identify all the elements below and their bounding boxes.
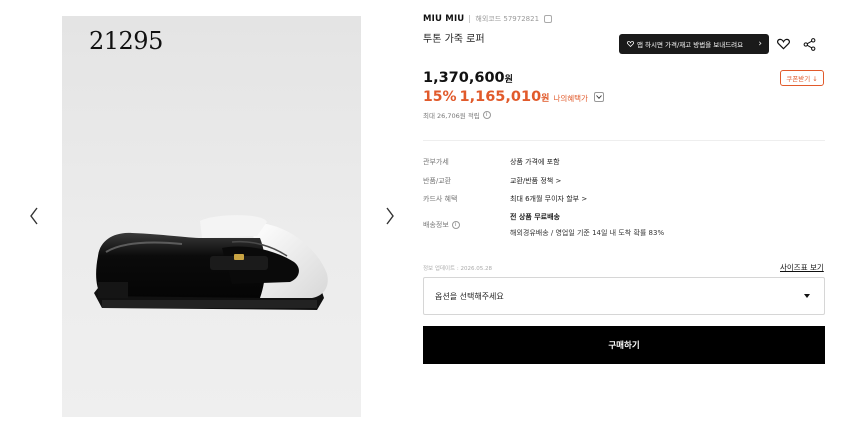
detail-label: 관부가세 — [423, 158, 449, 166]
option-placeholder: 옵션을 선택해주세요 — [435, 291, 504, 301]
detail-label: 배송정보 i — [423, 212, 510, 238]
info-icon[interactable]: i — [482, 111, 491, 119]
brand-row: MIU MIU 해외코드 57972821 — [423, 14, 553, 24]
heart-icon[interactable] — [777, 38, 790, 50]
coupon-button[interactable]: 쿠폰받기 ↓ — [780, 70, 824, 86]
sale-price: 1,165,010원 — [460, 89, 550, 105]
info-icon[interactable]: i — [451, 221, 460, 229]
benefit-toggle-button[interactable] — [593, 92, 604, 102]
points-row: 최대 26,706원 적립 i — [423, 110, 491, 120]
benefit-label: 나의혜택가 — [553, 94, 588, 103]
notify-label: 앱 하시면 가격/재고 방법을 보내드려요 — [637, 41, 744, 49]
divider — [469, 15, 471, 23]
detail-row-card[interactable]: 카드사 혜택 최대 6개월 무이자 할부 > — [423, 194, 825, 204]
copy-icon[interactable] — [544, 15, 553, 23]
divider — [423, 140, 825, 141]
notify-button[interactable]: 앱 하시면 가격/재고 방법을 보내드려요 › — [619, 34, 769, 54]
loafer-image — [94, 215, 328, 310]
shipping-main: 전 상품 무료배송 — [510, 213, 560, 221]
shipping-sub: 해외경유배송 / 영업일 기준 14일 내 도착 확률 83% — [510, 229, 665, 237]
sale-price-value: 1,165,010 — [459, 89, 542, 105]
chevron-down-icon — [596, 95, 602, 99]
detail-label: 반품/교환 — [423, 177, 452, 185]
shipping-value: 전 상품 무료배송 해외경유배송 / 영업일 기준 14일 내 도착 확률 83… — [510, 212, 664, 238]
brand-name[interactable]: MIU MIU — [423, 14, 464, 24]
detail-row-duty: 관부가세 상품 가격에 포함 — [423, 157, 825, 167]
option-select[interactable]: 옵션을 선택해주세요 — [423, 277, 825, 315]
sale-price-row: 15% 1,165,010원 나의혜택가 — [423, 89, 604, 105]
chevron-left-icon — [30, 207, 38, 225]
product-image-panel: 21295 — [62, 16, 361, 417]
share-icon[interactable] — [803, 38, 816, 51]
detail-label: 카드사 혜택 — [423, 195, 458, 203]
shipping-label: 배송정보 — [423, 221, 449, 229]
original-price: 1,370,600원 — [423, 70, 513, 86]
size-guide-link[interactable]: 사이즈표 보기 — [780, 262, 824, 273]
points-text: 최대 26,706원 적립 — [423, 112, 480, 120]
product-name: 투톤 가죽 로퍼 — [423, 34, 485, 45]
caret-down-icon — [804, 294, 810, 298]
heart-icon — [627, 41, 634, 47]
detail-row-shipping: 배송정보 i 전 상품 무료배송 해외경유배송 / 영업일 기준 14일 내 도… — [423, 212, 825, 238]
prev-image-button[interactable] — [24, 203, 44, 229]
next-image-button[interactable] — [380, 203, 400, 229]
buy-button[interactable]: 구매하기 — [423, 326, 825, 364]
detail-row-return[interactable]: 반품/교환 교환/반품 정책 > — [423, 176, 825, 186]
chevron-right-icon — [386, 207, 394, 225]
watermark-number: 21295 — [89, 27, 163, 55]
detail-value: 상품 가격에 포함 — [510, 158, 560, 166]
discount-rate: 15% — [423, 89, 457, 105]
product-info-panel: MIU MIU 해외코드 57972821 투톤 가죽 로퍼 앱 하시면 가격/… — [423, 0, 825, 421]
product-code: 해외코드 57972821 — [475, 15, 540, 23]
card-benefit-link[interactable]: 최대 6개월 무이자 할부 > — [510, 194, 587, 204]
return-policy-link[interactable]: 교환/반품 정책 > — [510, 176, 561, 186]
sale-price-unit: 원 — [541, 94, 550, 104]
price-unit: 원 — [504, 75, 513, 85]
chevron-right-icon: › — [758, 39, 762, 49]
price-value: 1,370,600 — [423, 70, 505, 86]
update-date-note: 정보 업데이트 : 2026.05.28 — [423, 266, 492, 272]
